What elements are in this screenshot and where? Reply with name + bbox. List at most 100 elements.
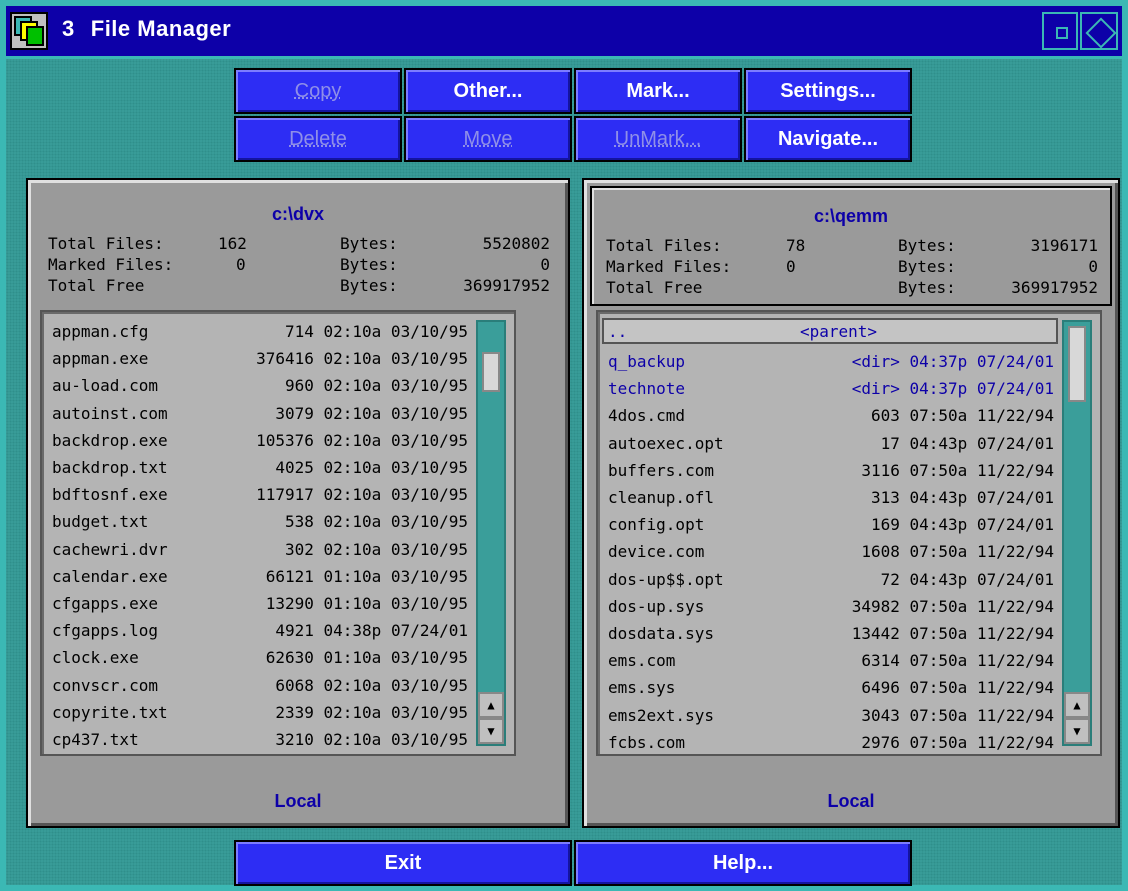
system-menu-icon[interactable] [10,12,48,50]
navigate-button[interactable]: Navigate... [744,116,912,162]
list-item[interactable]: appman.exe 376416 02:10a 03/10/95 [52,345,468,372]
right-panel-header: c:\qemm Total Files: 78 Bytes: 3196171 M… [590,186,1112,306]
file-manager-window: 3 File Manager Copy Other... Mark... Sett… [0,0,1128,891]
list-item[interactable]: config.opt 169 04:43p 07/24/01 [608,511,1054,538]
total-files-value: 162 [218,234,247,253]
list-item[interactable]: appman.cfg 714 02:10a 03/10/95 [52,318,468,345]
right-scroll-thumb[interactable] [1068,326,1086,402]
right-location: Local [827,791,875,811]
list-item[interactable]: ems.sys 6496 07:50a 11/22/94 [608,674,1054,701]
file-info: 302 02:10a 03/10/95 [284,539,468,559]
list-item[interactable]: convscr.com 6068 02:10a 03/10/95 [52,672,468,699]
file-name: copyrite.txt [52,702,168,722]
list-item[interactable]: clock.exe 62630 01:10a 03/10/95 [52,644,468,671]
list-item[interactable]: cleanup.ofl 313 04:43p 07/24/01 [608,484,1054,511]
list-item[interactable]: dos-up$$.opt 72 04:43p 07/24/01 [608,566,1054,593]
scroll-up-icon[interactable]: ▲ [1064,692,1090,718]
file-name: cfgapps.exe [52,594,158,613]
bytes-label: Bytes: [898,278,956,297]
file-name: clock.exe [52,648,139,668]
file-info: 6314 07:50a 11/22/94 [861,651,1054,671]
file-info: 2339 02:10a 03/10/95 [275,702,468,722]
marked-bytes-value: 0 [540,255,550,274]
bytes-label: Bytes: [898,257,956,276]
list-item[interactable]: copyrite.txt 2339 02:10a 03/10/95 [52,699,468,726]
marked-files-value: 0 [786,257,796,276]
right-scrollbar[interactable]: ▲ ▼ [1062,320,1092,746]
window-title-text: File Manager [90,16,232,41]
left-file-list[interactable]: ▲ ▼ appman.cfg 714 02:10a 03/10/95 appman.… [40,310,516,756]
file-name: q_backup [608,352,686,371]
settings-button[interactable]: Settings... [744,68,912,114]
file-info: 72 04:43p 07/24/01 [880,569,1054,589]
move-button[interactable]: Move [404,116,572,162]
unmark-button[interactable]: UnMark... [574,116,742,162]
file-info: 4921 04:38p 07/24/01 [275,621,468,641]
scroll-down-icon[interactable]: ▼ [478,718,504,744]
file-name: appman.exe [52,349,149,369]
maximize-icon [1085,17,1117,49]
file-name: appman.cfg [52,322,149,341]
file-name: cachewri.dvr [52,539,168,559]
list-item[interactable]: q_backup <dir> 04:37p 07/24/01 [608,348,1054,375]
list-item[interactable]: backdrop.txt 4025 02:10a 03/10/95 [52,454,468,481]
maximize-button[interactable] [1080,12,1118,50]
file-info: 105376 02:10a 03/10/95 [256,430,468,450]
list-item[interactable]: cp437.txt 3210 02:10a 03/10/95 [52,726,468,753]
title-bar[interactable]: 3 File Manager [6,6,1122,59]
mark-button[interactable]: Mark... [574,68,742,114]
list-item[interactable]: budget.txt 538 02:10a 03/10/95 [52,508,468,535]
help-button[interactable]: Help... [574,840,912,886]
bytes-label: Bytes: [340,276,398,295]
marked-files-value: 0 [236,255,246,274]
list-item[interactable]: autoinst.com 3079 02:10a 03/10/95 [52,400,468,427]
file-info: 2976 07:50a 11/22/94 [861,732,1054,752]
file-name: bdftosnf.exe [52,485,168,505]
bytes-label: Bytes: [340,255,398,274]
copy-button[interactable]: Copy [234,68,402,114]
parent-row[interactable]: .. <parent> [602,318,1058,344]
list-item[interactable]: cachewri.dvr 302 02:10a 03/10/95 [52,536,468,563]
list-item[interactable]: ems.com 6314 07:50a 11/22/94 [608,647,1054,674]
file-info: <dir> 04:37p 07/24/01 [851,379,1054,399]
list-item[interactable]: technote <dir> 04:37p 07/24/01 [608,375,1054,402]
left-file-panel[interactable]: c:\dvx Total Files: 162 Bytes: 5520802 M… [26,178,570,828]
file-name: technote [608,379,686,399]
list-item[interactable]: bdftosnf.exe 117917 02:10a 03/10/95 [52,481,468,508]
list-item[interactable]: cfgapps.log 4921 04:38p 07/24/01 [52,617,468,644]
scroll-down-icon[interactable]: ▼ [1064,718,1090,744]
list-item[interactable]: backdrop.exe 105376 02:10a 03/10/95 [52,427,468,454]
list-item[interactable]: calendar.exe 66121 01:10a 03/10/95 [52,563,468,590]
list-item[interactable]: fcbs.com 2976 07:50a 11/22/94 [608,729,1054,754]
exit-button[interactable]: Exit [234,840,572,886]
scroll-up-icon[interactable]: ▲ [478,692,504,718]
file-name: dos-up.sys [608,596,705,616]
list-item[interactable]: buffers.com 3116 07:50a 11/22/94 [608,457,1054,484]
file-name: autoexec.opt [608,433,724,453]
left-scrollbar[interactable]: ▲ ▼ [476,320,506,746]
right-file-list[interactable]: .. <parent> ▲ ▼ q_backup <dir> 04:37p 07/… [596,310,1102,756]
file-info: 538 02:10a 03/10/95 [284,512,468,532]
list-item[interactable]: cfgapps.exe 13290 01:10a 03/10/95 [52,590,468,617]
file-name: au-load.com [52,376,158,396]
left-path: c:\dvx [271,204,325,224]
list-item[interactable]: autoexec.opt 17 04:43p 07/24/01 [608,430,1054,457]
list-item[interactable]: 4dos.cmd 603 07:50a 11/22/94 [608,402,1054,429]
file-name: fcbs.com [608,732,686,752]
file-info: 17 04:43p 07/24/01 [880,433,1054,453]
list-item[interactable]: ems2ext.sys 3043 07:50a 11/22/94 [608,702,1054,729]
left-scroll-thumb[interactable] [482,352,500,392]
right-file-panel[interactable]: c:\qemm Total Files: 78 Bytes: 3196171 M… [582,178,1120,828]
list-item[interactable]: dosdata.sys 13442 07:50a 11/22/94 [608,620,1054,647]
window-title: 3 File Manager [62,16,231,42]
list-item[interactable]: au-load.com 960 02:10a 03/10/95 [52,372,468,399]
other-button[interactable]: Other... [404,68,572,114]
delete-button[interactable]: Delete [234,116,402,162]
list-item[interactable]: dos-up.sys 34982 07:50a 11/22/94 [608,593,1054,620]
right-path: c:\qemm [813,206,889,226]
marked-files-label: Marked Files: [48,255,174,274]
bytes-label: Bytes: [340,234,398,253]
file-info: 13442 07:50a 11/22/94 [851,624,1054,643]
minimize-button[interactable] [1042,12,1078,50]
list-item[interactable]: device.com 1608 07:50a 11/22/94 [608,538,1054,565]
